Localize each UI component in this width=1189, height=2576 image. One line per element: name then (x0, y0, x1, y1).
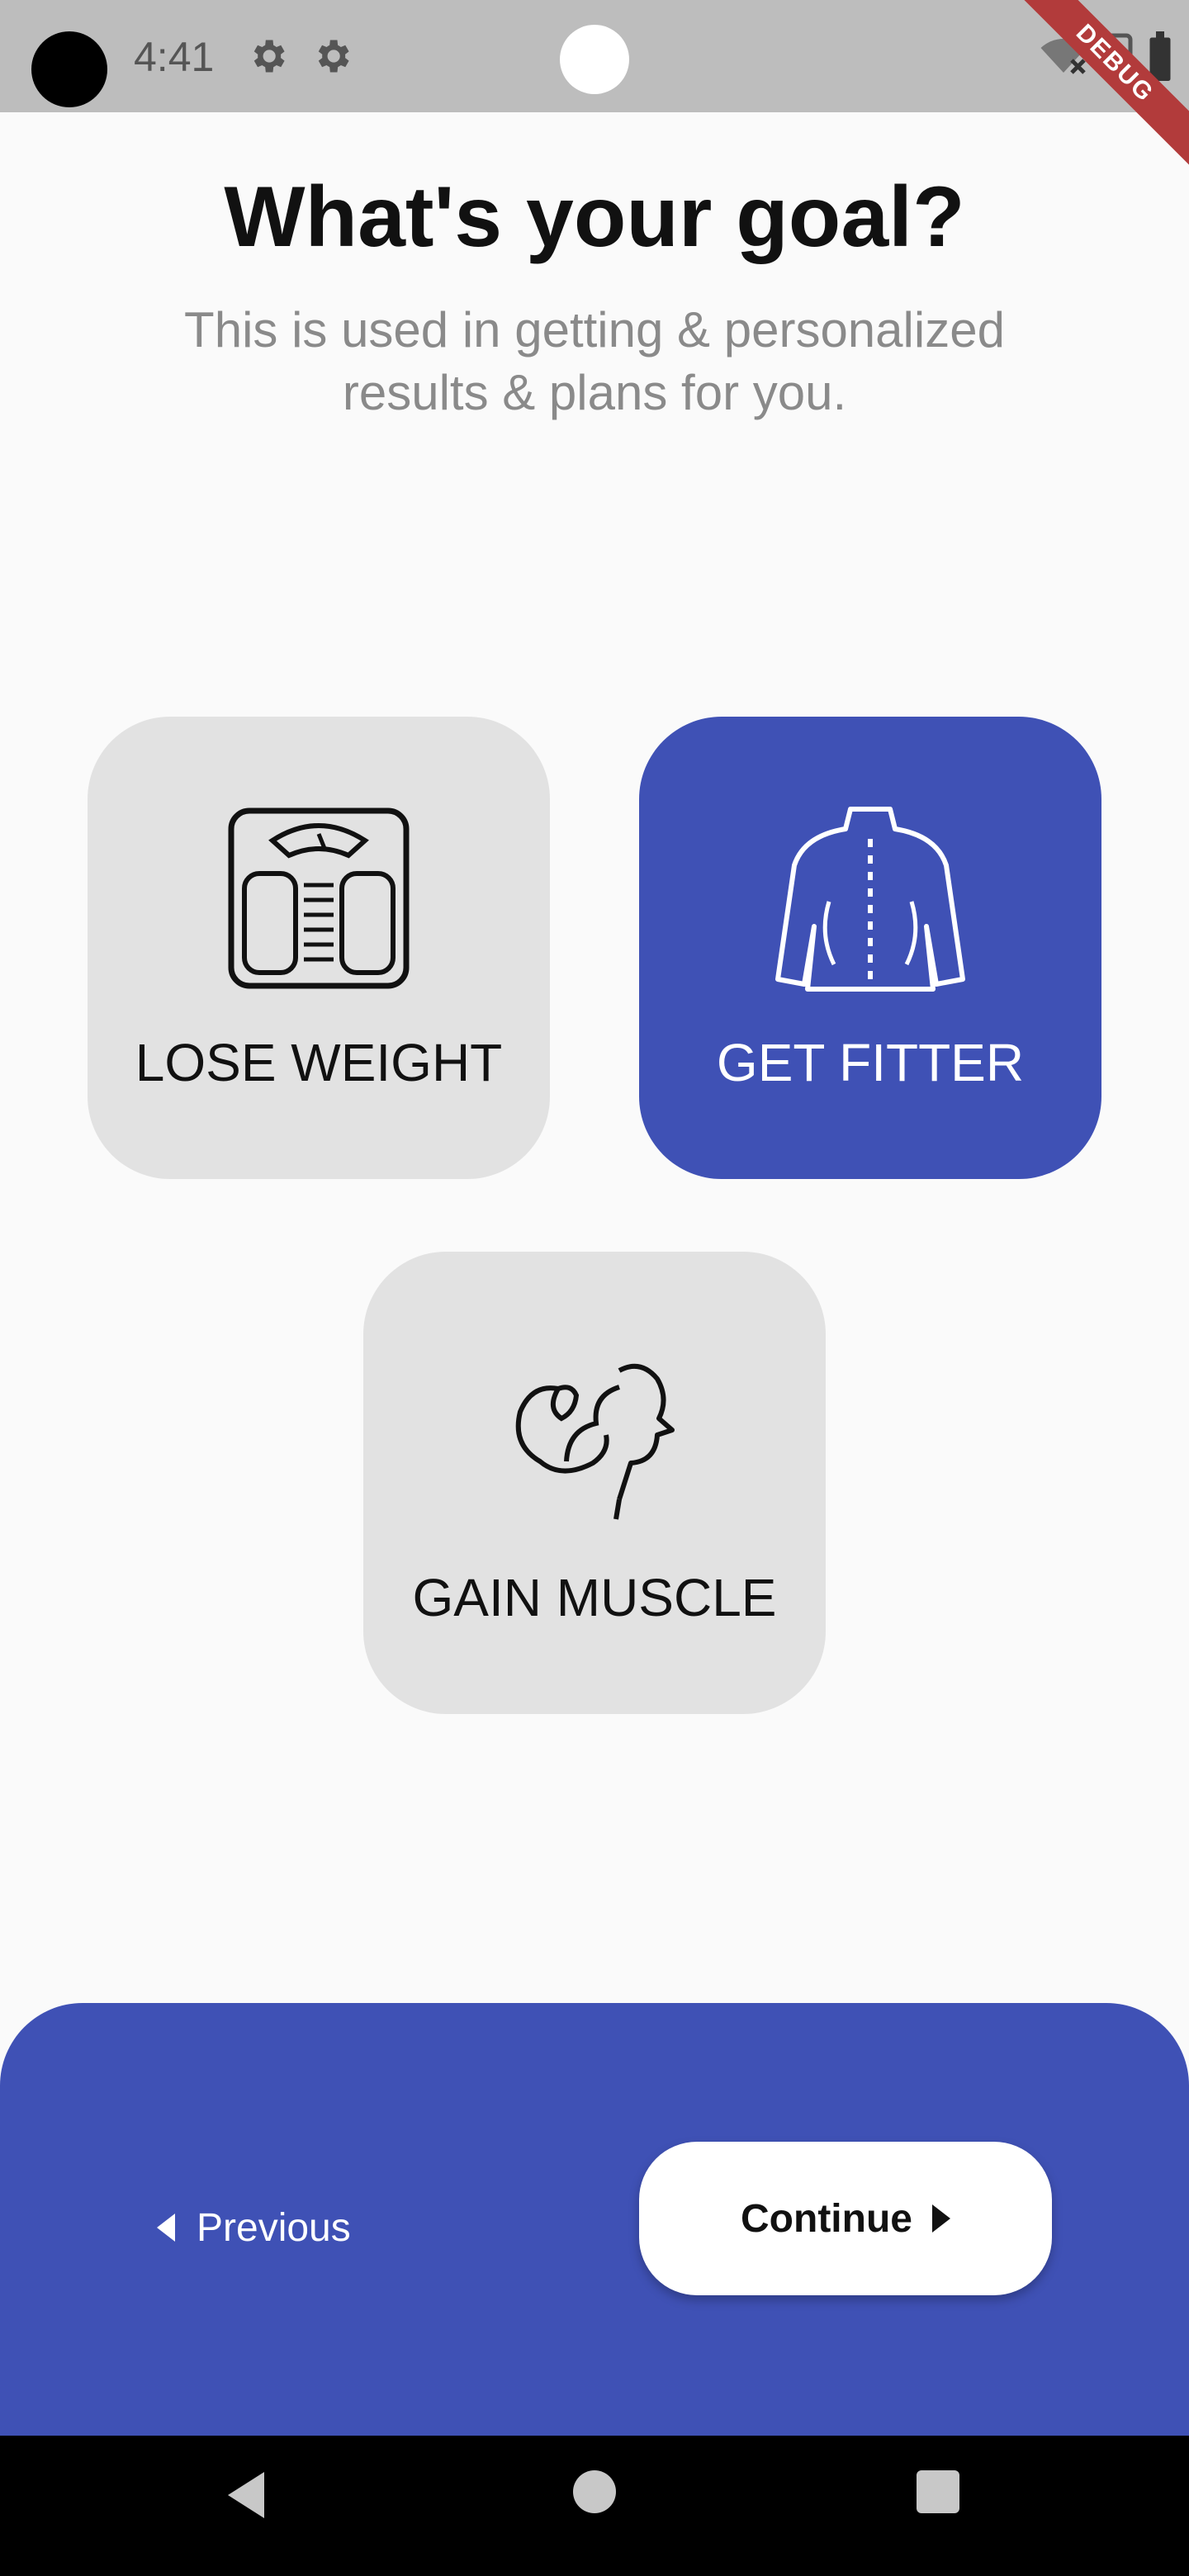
back-nav-icon[interactable] (221, 2469, 274, 2522)
previous-label: Previous (197, 2205, 351, 2250)
continue-label: Continue (741, 2196, 912, 2241)
previous-button[interactable]: Previous (157, 2195, 351, 2261)
settings-gear-icon (318, 40, 349, 73)
bottom-action-panel: Previous Continue (0, 2003, 1189, 2436)
goal-label: GET FITTER (716, 1033, 1025, 1092)
settings-gear-icon (253, 40, 285, 73)
chevron-left-icon (157, 2214, 175, 2242)
front-camera (31, 31, 107, 107)
scale-icon (228, 807, 410, 989)
goal-card-get-fitter[interactable]: GET FITTER (639, 717, 1101, 1179)
goal-label: LOSE WEIGHT (135, 1033, 503, 1092)
back-torso-icon (775, 807, 965, 992)
goal-card-lose-weight[interactable]: LOSE WEIGHT (88, 717, 550, 1179)
chevron-right-icon (931, 2204, 950, 2233)
goal-label: GAIN MUSCLE (412, 1568, 777, 1627)
page-title: What's your goal? (224, 169, 965, 265)
system-nav-bar (0, 2436, 1189, 2576)
continue-button[interactable]: Continue (639, 2142, 1052, 2295)
notch (560, 25, 629, 94)
status-time: 4:41 (134, 34, 215, 80)
goal-card-gain-muscle[interactable]: GAIN MUSCLE (363, 1252, 826, 1714)
home-nav-icon[interactable] (571, 2469, 618, 2515)
recents-nav-icon[interactable] (915, 2469, 961, 2515)
flexed-arm-icon (515, 1363, 675, 1520)
status-bar: 4:41 DEBUG (0, 0, 1189, 182)
page-subtitle: This is used in getting & personalized r… (184, 302, 1005, 420)
